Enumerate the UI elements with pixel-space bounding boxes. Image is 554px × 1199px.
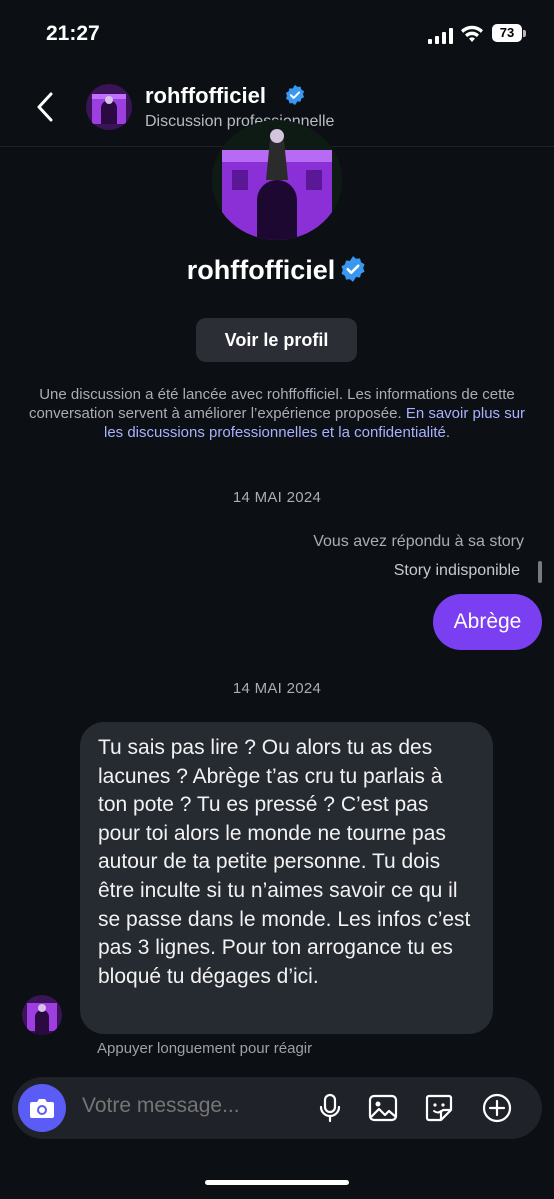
date-separator: 14 MAI 2024 xyxy=(232,680,322,697)
story-reply-bar xyxy=(538,561,542,583)
verified-icon xyxy=(285,84,305,106)
sticker-icon[interactable] xyxy=(424,1093,454,1123)
battery-icon: 73 xyxy=(492,24,528,44)
profile-name: rohffofficiel xyxy=(0,255,554,286)
header-avatar[interactable] xyxy=(86,84,132,130)
business-chat-info: Une discussion a été lancée avec rohffof… xyxy=(20,385,534,442)
back-icon[interactable] xyxy=(30,88,62,126)
story-unavailable: Story indisponible xyxy=(393,562,520,579)
home-indicator xyxy=(205,1180,349,1185)
view-profile-button[interactable]: Voir le profil xyxy=(196,318,357,362)
header-username[interactable]: rohffofficiel xyxy=(145,83,266,109)
incoming-message[interactable]: Tu sais pas lire ? Ou alors tu as des la… xyxy=(80,722,493,1034)
battery-level: 73 xyxy=(492,24,522,42)
plus-icon[interactable] xyxy=(482,1093,512,1123)
microphone-icon[interactable] xyxy=(315,1093,345,1123)
profile-avatar[interactable] xyxy=(212,120,342,240)
wifi-icon xyxy=(461,25,483,42)
outgoing-message[interactable]: Abrège xyxy=(433,594,542,650)
sender-avatar[interactable] xyxy=(22,995,62,1035)
verified-icon xyxy=(341,256,365,282)
profile-name-text: rohffofficiel xyxy=(186,255,336,285)
message-input[interactable] xyxy=(80,1093,304,1119)
info-end: . xyxy=(445,424,451,441)
status-time: 21:27 xyxy=(46,22,100,45)
gallery-icon[interactable] xyxy=(368,1093,398,1123)
date-separator: 14 MAI 2024 xyxy=(232,489,322,506)
camera-button[interactable] xyxy=(18,1084,66,1132)
cell-signal-icon xyxy=(428,28,453,44)
react-hint: Appuyer longuement pour réagir xyxy=(97,1040,313,1057)
camera-icon xyxy=(30,1099,54,1118)
story-reply-label: Vous avez répondu à sa story xyxy=(313,533,524,550)
